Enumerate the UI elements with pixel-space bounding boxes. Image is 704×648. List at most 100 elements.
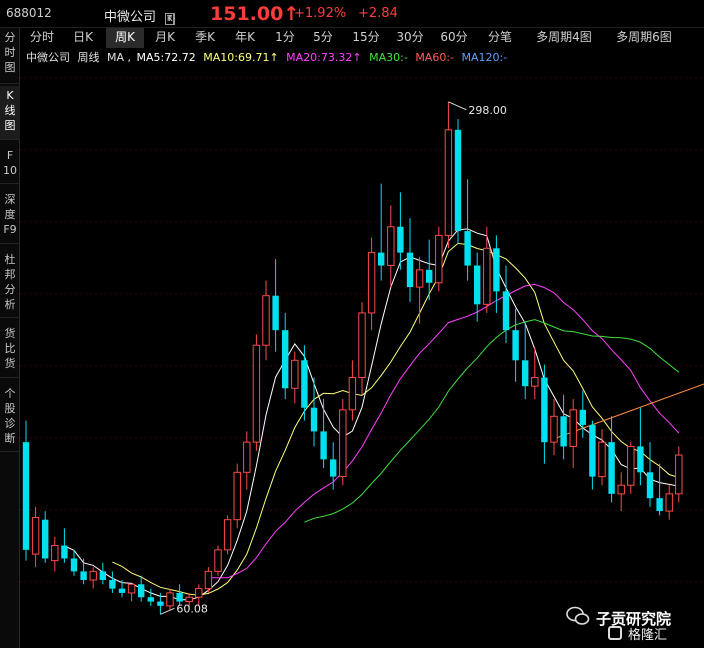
tab-15min[interactable]: 15分: [346, 28, 386, 48]
candle-body: [80, 571, 87, 580]
candle-body: [282, 330, 289, 389]
candle-body: [301, 360, 308, 408]
low-leader-line: [160, 607, 175, 615]
candle-body: [483, 247, 491, 305]
stock-code: 688012: [6, 6, 52, 20]
candle-body: [627, 445, 635, 486]
candle-body: [89, 570, 97, 581]
sidebar-item-f10[interactable]: F 10: [0, 146, 20, 184]
legend-ma-label: MA ,: [107, 51, 132, 64]
candle-body: [512, 330, 519, 361]
candle-body: [291, 359, 299, 389]
stock-name[interactable]: 中微公司: [104, 6, 156, 25]
candle-body: [589, 424, 596, 477]
candle-body: [118, 588, 126, 593]
candle-body: [243, 441, 251, 473]
candle-body: [502, 291, 510, 331]
tab-multi-period-4[interactable]: 多周期4图: [526, 28, 602, 48]
candles: [22, 101, 683, 615]
change-amount: +2.84: [358, 6, 398, 21]
sidebar-item-dupont[interactable]: 杜邦分析: [0, 250, 20, 318]
candle-body: [378, 252, 385, 266]
candle-body: [656, 498, 663, 512]
candle-body: [320, 431, 327, 460]
candle-body: [531, 377, 539, 387]
legend-ma30: MA30:-: [369, 51, 408, 64]
high-leader-line: [448, 101, 467, 111]
legend-ma10: MA10:69.71↑: [203, 51, 279, 64]
candle-body: [569, 409, 577, 447]
tab-yearly-k[interactable]: 年K: [226, 28, 264, 48]
tab-30min[interactable]: 30分: [390, 28, 430, 48]
tab-1min[interactable]: 1分: [268, 28, 302, 48]
candle-body: [70, 558, 78, 572]
candle-body: [560, 416, 567, 447]
tab-timeshare[interactable]: 分时: [22, 28, 62, 48]
candle-body: [522, 360, 529, 387]
kline-chart[interactable]: 298.00 60.08: [20, 66, 704, 648]
tab-daily-k[interactable]: 日K: [64, 28, 102, 48]
tab-ticks[interactable]: 分笔: [480, 28, 520, 48]
candle-body: [464, 231, 471, 266]
sidebar-item-timeshare[interactable]: 分时图: [0, 28, 20, 84]
candle-body: [617, 484, 625, 495]
gelonghui-logo-icon: [608, 626, 622, 640]
ma20-line: [208, 283, 680, 579]
tab-60min[interactable]: 60分: [434, 28, 474, 48]
candle-body: [454, 129, 462, 232]
sidebar-item-depth-f9[interactable]: 深度 F9: [0, 190, 20, 244]
candle-body: [675, 454, 683, 495]
candle-body: [138, 584, 145, 598]
candle-body: [646, 472, 654, 499]
candle-body: [541, 377, 548, 443]
candle-body: [406, 252, 414, 288]
candle-body: [31, 517, 40, 555]
candle-body: [367, 252, 376, 314]
legend-stock-name: 中微公司: [26, 51, 70, 64]
badge-t[interactable]: T: [165, 13, 174, 25]
candle-body: [252, 344, 261, 443]
candle-body: [22, 442, 30, 550]
sidebar-item-compare[interactable]: 货比货: [0, 324, 20, 378]
candle-body: [426, 269, 433, 283]
candle-body: [348, 377, 357, 411]
low-label: 60.08: [176, 602, 208, 615]
candle-body: [42, 519, 49, 559]
candle-body: [330, 459, 337, 477]
tab-weekly-k[interactable]: 周K: [106, 28, 144, 48]
candle-body: [310, 407, 318, 432]
candle-body: [157, 601, 164, 606]
sidebar-item-kline[interactable]: K线图: [0, 86, 20, 140]
candle-body: [493, 248, 500, 292]
candle-body: [262, 295, 270, 346]
candle-body: [185, 596, 193, 603]
candle-body: [214, 549, 222, 572]
candle-body: [415, 269, 424, 288]
candle-body: [204, 570, 213, 590]
tab-quarterly-k[interactable]: 季K: [186, 28, 224, 48]
candle-body: [127, 583, 136, 594]
candle-body: [474, 265, 481, 305]
candle-body: [435, 234, 443, 284]
candle-body: [550, 415, 558, 443]
tab-multi-period-6[interactable]: 多周期6图: [606, 28, 682, 48]
candle-body: [608, 442, 615, 494]
legend-ma60: MA60:-: [415, 51, 455, 64]
candle-body: [358, 312, 366, 379]
candle-body: [665, 493, 673, 512]
candle-body: [444, 129, 453, 236]
ma10-line: [112, 242, 679, 596]
high-label: 298.00: [468, 104, 507, 117]
candle-body: [397, 226, 404, 253]
tab-5min[interactable]: 5分: [306, 28, 340, 48]
candle-body: [339, 409, 347, 478]
wechat-icon: [566, 606, 590, 625]
candle-body: [99, 571, 106, 580]
sidebar-item-diagnosis[interactable]: 个股诊断: [0, 384, 20, 452]
tab-monthly-k[interactable]: 月K: [146, 28, 184, 48]
candle-body: [166, 592, 174, 607]
legend-ma5: MA5:72.72: [136, 51, 196, 64]
candle-body: [272, 295, 279, 331]
candle-body: [61, 545, 68, 559]
ma-lines: [64, 228, 704, 601]
